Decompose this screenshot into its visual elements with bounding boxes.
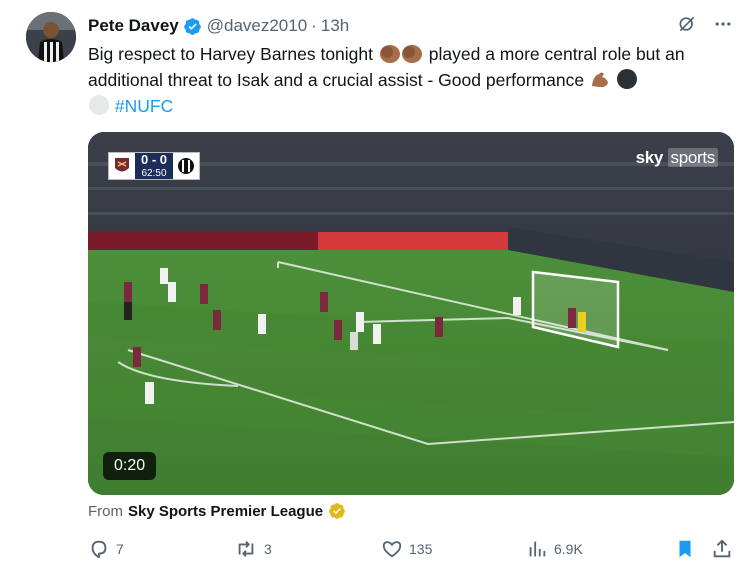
video-source: From Sky Sports Premier League [88, 502, 346, 520]
repost-button[interactable]: 3 [234, 538, 272, 560]
views-icon [529, 541, 546, 557]
separator-dot: · [311, 16, 317, 35]
repost-icon [238, 541, 254, 557]
avatar[interactable] [26, 12, 76, 62]
like-button[interactable]: 135 [381, 538, 432, 560]
home-team-crest [109, 153, 135, 179]
source-account-link[interactable]: Sky Sports Premier League [128, 503, 323, 520]
tweet-header: Pete Davey @davez2010 · 13h [88, 14, 733, 38]
flexed-biceps-emoji [591, 72, 608, 88]
video-player[interactable]: 0 - 0 62:50 sky sports 0:20 [88, 132, 734, 495]
verified-badge-icon [183, 17, 201, 35]
views-count: 6.9K [554, 541, 583, 557]
broadcaster-word-2: sports [667, 148, 718, 167]
black-circle-emoji [616, 69, 637, 89]
reply-button[interactable]: 7 [88, 538, 124, 560]
white-circle-emoji [89, 95, 109, 115]
scoreboard-center: 0 - 0 62:50 [135, 152, 174, 179]
share-icon [713, 539, 731, 558]
bookmark-icon [679, 540, 691, 558]
author-handle[interactable]: @davez2010 [207, 16, 307, 36]
score-value: 0 - 0 [141, 152, 168, 167]
broadcaster-logo: sky sports [636, 148, 718, 168]
gold-verified-badge-icon [329, 503, 345, 519]
reply-icon [91, 540, 107, 559]
clapping-hands-emoji [379, 45, 422, 63]
like-icon [382, 541, 402, 558]
reply-count: 7 [116, 541, 124, 557]
repost-count: 3 [264, 541, 272, 557]
scoreboard: 0 - 0 62:50 [108, 152, 201, 180]
video-timer: 0:20 [103, 452, 157, 480]
hashtag-link[interactable]: #NUFC [115, 96, 173, 116]
tweet-text-main: Big respect to Harvey Barnes tonight [88, 44, 374, 64]
like-count: 135 [409, 541, 433, 557]
source-prefix: From [88, 502, 123, 520]
grok-icon[interactable] [677, 14, 697, 34]
video-frame [88, 132, 734, 495]
broadcaster-word-1: sky [635, 148, 664, 167]
share-button[interactable] [711, 538, 733, 560]
away-team-crest [173, 153, 199, 179]
tweet-actions: 7 3 135 6.9K [88, 538, 738, 562]
tweet-text: Big respect to Harvey Barnes tonight pla… [88, 41, 738, 119]
bookmark-button[interactable] [674, 538, 696, 560]
tweet-time[interactable]: 13h [321, 16, 349, 36]
match-clock: 62:50 [141, 168, 167, 179]
views-button[interactable]: 6.9K [526, 538, 583, 560]
more-icon[interactable] [713, 14, 733, 34]
author-name[interactable]: Pete Davey [88, 16, 179, 36]
